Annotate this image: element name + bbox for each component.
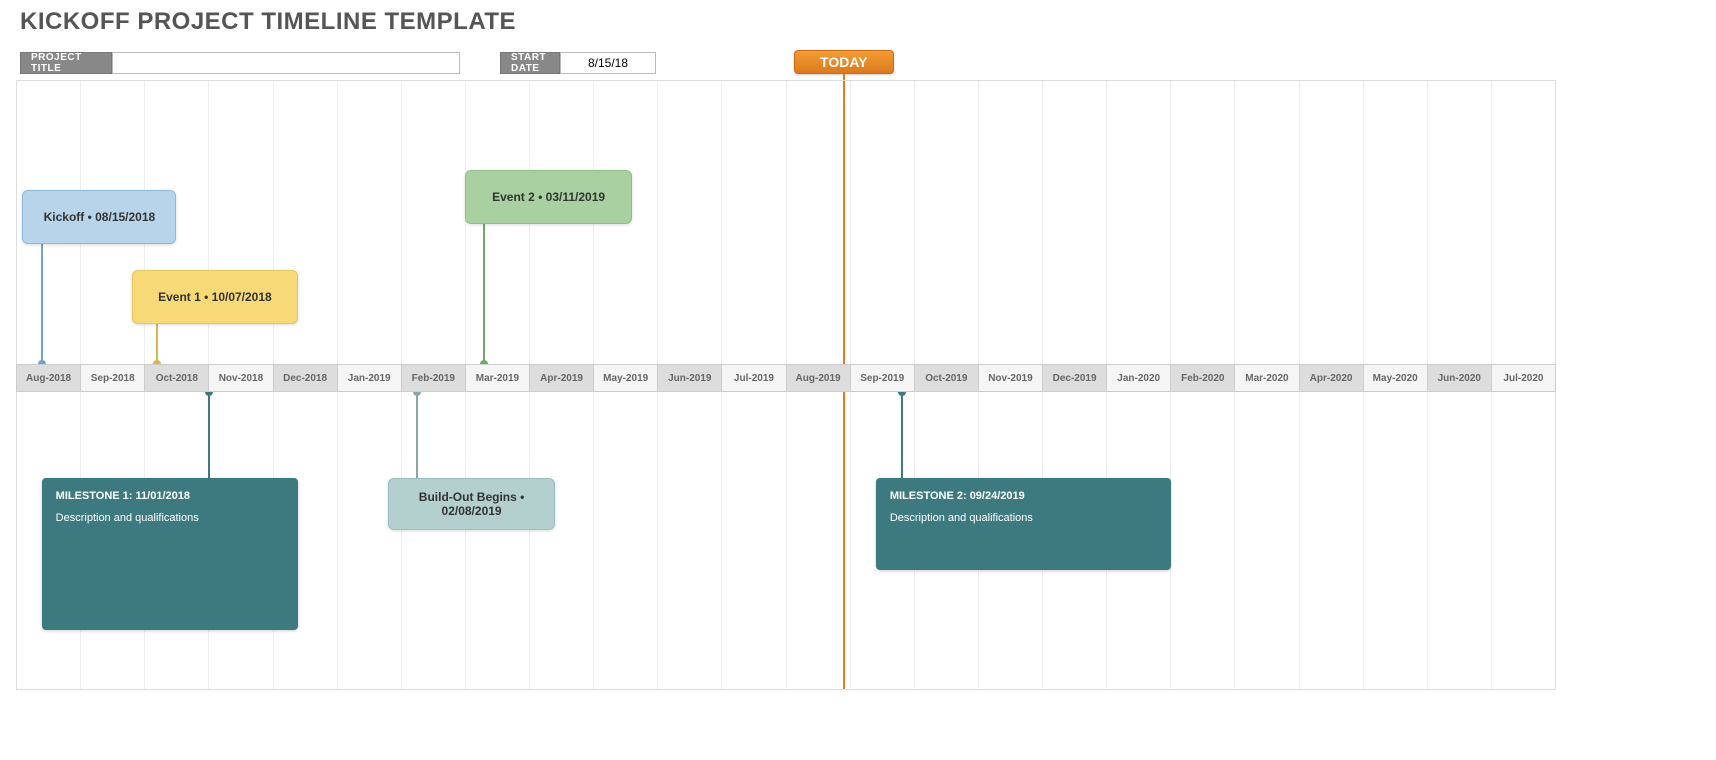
month-cell: Jul-2019 bbox=[721, 364, 785, 392]
month-cell: Dec-2019 bbox=[1042, 364, 1106, 392]
month-cell: Dec-2018 bbox=[273, 364, 337, 392]
month-cell: Mar-2019 bbox=[465, 364, 529, 392]
connector-line bbox=[208, 392, 210, 478]
month-cell: Aug-2018 bbox=[16, 364, 80, 392]
milestone-title: MILESTONE 1: 11/01/2018 bbox=[56, 490, 285, 502]
start-date-label: START DATE bbox=[500, 52, 560, 74]
month-cell: Jan-2020 bbox=[1106, 364, 1170, 392]
month-cell: May-2020 bbox=[1363, 364, 1427, 392]
month-cell: Mar-2020 bbox=[1234, 364, 1298, 392]
project-title-input[interactable] bbox=[112, 52, 460, 74]
event-buildout[interactable]: Build-Out Begins • 02/08/2019 bbox=[388, 478, 555, 530]
connector-line bbox=[901, 392, 903, 478]
month-cell: Nov-2018 bbox=[208, 364, 272, 392]
month-cell: Jan-2019 bbox=[337, 364, 401, 392]
project-title-label: PROJECT TITLE bbox=[20, 52, 112, 74]
event-kickoff[interactable]: Kickoff • 08/15/2018 bbox=[22, 190, 176, 244]
month-cell: Jul-2020 bbox=[1491, 364, 1556, 392]
month-cell: Apr-2019 bbox=[529, 364, 593, 392]
event-event1[interactable]: Event 1 • 10/07/2018 bbox=[132, 270, 299, 324]
milestone-desc: Description and qualifications bbox=[56, 512, 285, 524]
month-cell: Aug-2019 bbox=[786, 364, 850, 392]
milestone-desc: Description and qualifications bbox=[890, 512, 1157, 524]
today-badge: TODAY bbox=[794, 50, 894, 74]
connector-line bbox=[41, 244, 43, 364]
connector-line bbox=[483, 224, 485, 364]
month-cell: Sep-2019 bbox=[850, 364, 914, 392]
month-cell: Sep-2018 bbox=[80, 364, 144, 392]
milestone-m2[interactable]: MILESTONE 2: 09/24/2019 Description and q… bbox=[876, 478, 1171, 570]
connector-line bbox=[156, 324, 158, 364]
month-cell: Feb-2020 bbox=[1170, 364, 1234, 392]
form-row: PROJECT TITLE START DATE 8/15/18 bbox=[20, 52, 656, 74]
month-axis: Aug-2018Sep-2018Oct-2018Nov-2018Dec-2018… bbox=[16, 364, 1556, 392]
milestone-m1[interactable]: MILESTONE 1: 11/01/2018 Description and q… bbox=[42, 478, 299, 630]
month-cell: Oct-2019 bbox=[914, 364, 978, 392]
connector-line bbox=[416, 392, 418, 478]
month-cell: Nov-2019 bbox=[978, 364, 1042, 392]
page-title: KICKOFF PROJECT TIMELINE TEMPLATE bbox=[20, 8, 516, 36]
month-cell: Jun-2020 bbox=[1427, 364, 1491, 392]
month-cell: Apr-2020 bbox=[1299, 364, 1363, 392]
month-cell: Oct-2018 bbox=[144, 364, 208, 392]
month-cell: Jun-2019 bbox=[657, 364, 721, 392]
month-cell: May-2019 bbox=[593, 364, 657, 392]
month-cell: Feb-2019 bbox=[401, 364, 465, 392]
milestone-title: MILESTONE 2: 09/24/2019 bbox=[890, 490, 1157, 502]
start-date-input[interactable]: 8/15/18 bbox=[560, 52, 656, 74]
event-event2[interactable]: Event 2 • 03/11/2019 bbox=[465, 170, 632, 224]
